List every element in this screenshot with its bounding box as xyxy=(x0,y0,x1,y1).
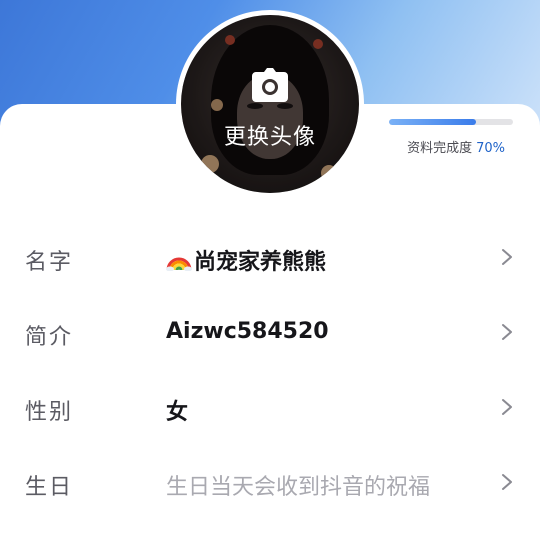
field-value: Aizwc584520 xyxy=(166,319,329,344)
field-value-placeholder: 生日当天会收到抖音的祝福 xyxy=(166,475,431,500)
chevron-right-icon xyxy=(502,324,512,340)
field-value: 女 xyxy=(166,400,189,425)
field-value-text: 尚宠家养熊熊 xyxy=(194,250,327,275)
field-value: 尚宠家养熊熊 xyxy=(166,244,326,276)
change-avatar-label: 更换头像 xyxy=(223,125,316,150)
field-label: 简介 xyxy=(25,325,74,350)
field-row-bio[interactable]: 简介 Aizwc584520 xyxy=(0,295,540,369)
field-row-name[interactable]: 名字 尚宠家养熊熊 xyxy=(0,220,540,294)
avatar-overlay xyxy=(181,15,359,193)
chevron-right-icon xyxy=(502,249,512,265)
profile-completion-bar xyxy=(389,119,513,125)
field-label: 名字 xyxy=(25,250,74,275)
profile-completion-percent: 70% xyxy=(476,141,505,156)
profile-completion-fill xyxy=(389,119,476,125)
field-row-gender[interactable]: 性别 女 xyxy=(0,370,540,444)
camera-icon xyxy=(252,68,288,102)
rainbow-icon xyxy=(166,257,192,271)
profile-completion-text: 资料完成度 70% xyxy=(380,137,505,156)
field-label: 性别 xyxy=(25,400,74,425)
field-label: 生日 xyxy=(25,475,74,500)
field-row-birthday[interactable]: 生日 生日当天会收到抖音的祝福 xyxy=(0,445,540,519)
chevron-right-icon xyxy=(502,399,512,415)
chevron-right-icon xyxy=(502,474,512,490)
change-avatar-button[interactable]: 更换头像 xyxy=(181,15,359,193)
profile-completion-label: 资料完成度 xyxy=(407,141,473,156)
